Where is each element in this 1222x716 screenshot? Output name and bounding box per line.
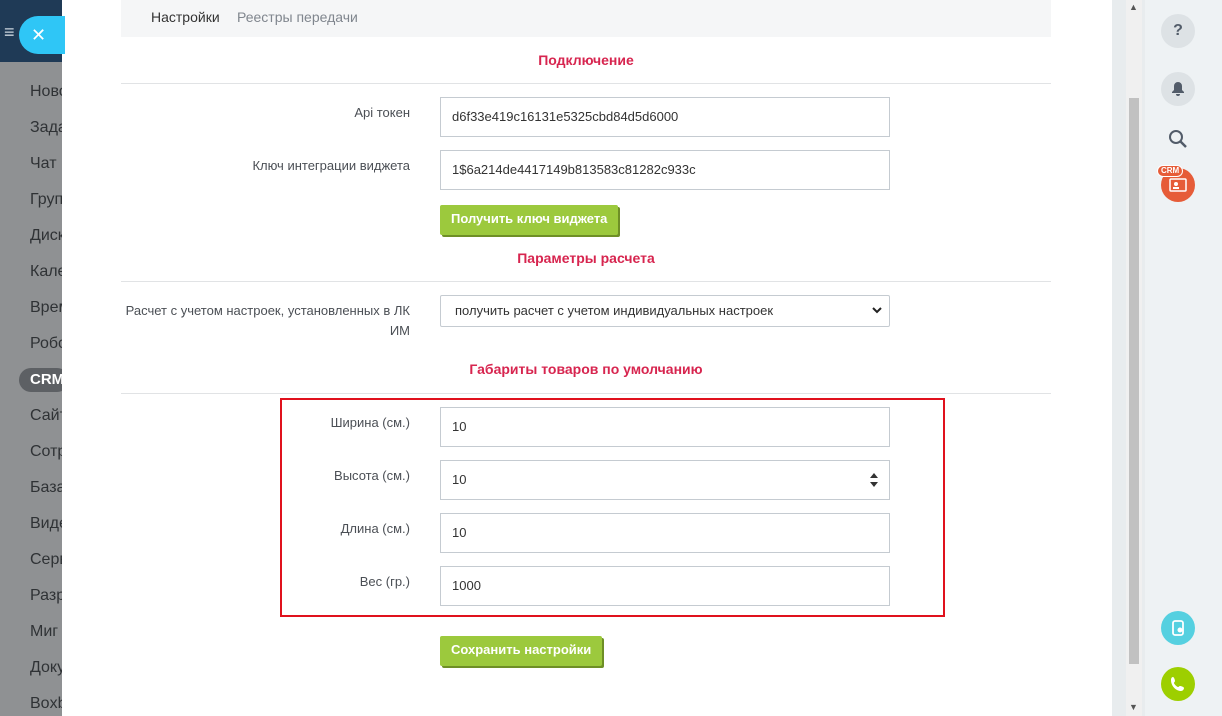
close-slider-button[interactable]: ✕ xyxy=(19,16,65,54)
settings-panel: Настройки Реестры передачи Подключение A… xyxy=(62,0,1112,716)
widget-key-input[interactable]: 1$6a214de4417149b813583c81282c933c xyxy=(440,150,890,190)
bell-icon[interactable] xyxy=(1161,72,1195,106)
bg-menu-item: Зада xyxy=(30,119,62,136)
bg-menu-item: Кале xyxy=(30,263,62,280)
bg-menu-item: Робо xyxy=(30,335,62,352)
bg-menu-item: Виде xyxy=(30,515,62,532)
calc-mode-select[interactable]: получить расчет с учетом индивидуальных … xyxy=(440,295,890,327)
chevron-down-icon xyxy=(871,296,883,337)
divider xyxy=(121,83,1051,84)
save-settings-button[interactable]: Сохранить настройки xyxy=(440,636,603,666)
bg-menu-item: Сайт xyxy=(30,407,62,424)
bg-menu-item: Диск xyxy=(30,227,62,244)
bg-menu-item: Миг xyxy=(30,623,59,640)
bg-menu-item: Доку xyxy=(30,659,62,676)
panel-scrollbar[interactable]: ▲ ▼ xyxy=(1126,0,1142,716)
calc-mode-selected: получить расчет с учетом индивидуальных … xyxy=(455,303,774,318)
section-title-connection: Подключение xyxy=(538,52,634,68)
bg-menu-item: Чат xyxy=(30,155,57,172)
close-icon: ✕ xyxy=(31,25,47,45)
section-title-dimensions: Габариты товаров по умолчанию xyxy=(469,361,703,377)
get-widget-key-button[interactable]: Получить ключ виджета xyxy=(440,205,619,235)
bg-menu-item: Сотр xyxy=(30,443,62,460)
scroll-up-icon[interactable]: ▲ xyxy=(1129,2,1138,12)
background-left-menu: ≡ Ново Зада Чат Груп Диск Кале Врем Робо… xyxy=(0,0,62,716)
highlight-box xyxy=(280,398,945,617)
tabs-bar: Настройки Реестры передачи xyxy=(121,0,1051,37)
bg-menu-item: Груп xyxy=(30,191,62,208)
api-token-input[interactable]: d6f33e419c16131e5325cbd84d5d6000 xyxy=(440,97,890,137)
bg-menu-item: Разр xyxy=(30,587,62,604)
api-token-label: Api токен xyxy=(354,105,410,120)
scrollbar-thumb[interactable] xyxy=(1129,98,1139,664)
scroll-down-icon[interactable]: ▼ xyxy=(1129,702,1138,712)
menu-icon: ≡ xyxy=(4,22,15,42)
widget-key-label: Ключ интеграции виджета xyxy=(252,158,410,173)
crm-form-icon[interactable] xyxy=(1161,611,1195,645)
crm-badge: CRM xyxy=(1157,165,1184,177)
divider xyxy=(121,281,1051,282)
crm-contact-icon[interactable]: CRM xyxy=(1157,165,1195,202)
section-title-calc: Параметры расчета xyxy=(517,250,655,266)
bg-menu-item-crm: CRM xyxy=(19,368,62,392)
tab-transfer-registers[interactable]: Реестры передачи xyxy=(237,9,358,25)
calc-mode-label: Расчет с учетом настроек, установленных … xyxy=(125,303,410,338)
right-sidebar: ? CRM xyxy=(1145,0,1222,716)
phone-icon[interactable] xyxy=(1161,667,1195,701)
bg-menu-item: Врем xyxy=(30,299,62,316)
bg-menu-item: Ново xyxy=(30,83,62,100)
help-icon[interactable]: ? xyxy=(1161,14,1195,48)
bg-menu-item: База xyxy=(30,479,62,496)
divider xyxy=(121,393,1051,394)
tab-settings[interactable]: Настройки xyxy=(151,9,220,25)
bg-menu-item: Серв xyxy=(30,551,62,568)
search-icon[interactable] xyxy=(1165,126,1191,152)
bg-menu-item: Boxb xyxy=(30,695,62,712)
